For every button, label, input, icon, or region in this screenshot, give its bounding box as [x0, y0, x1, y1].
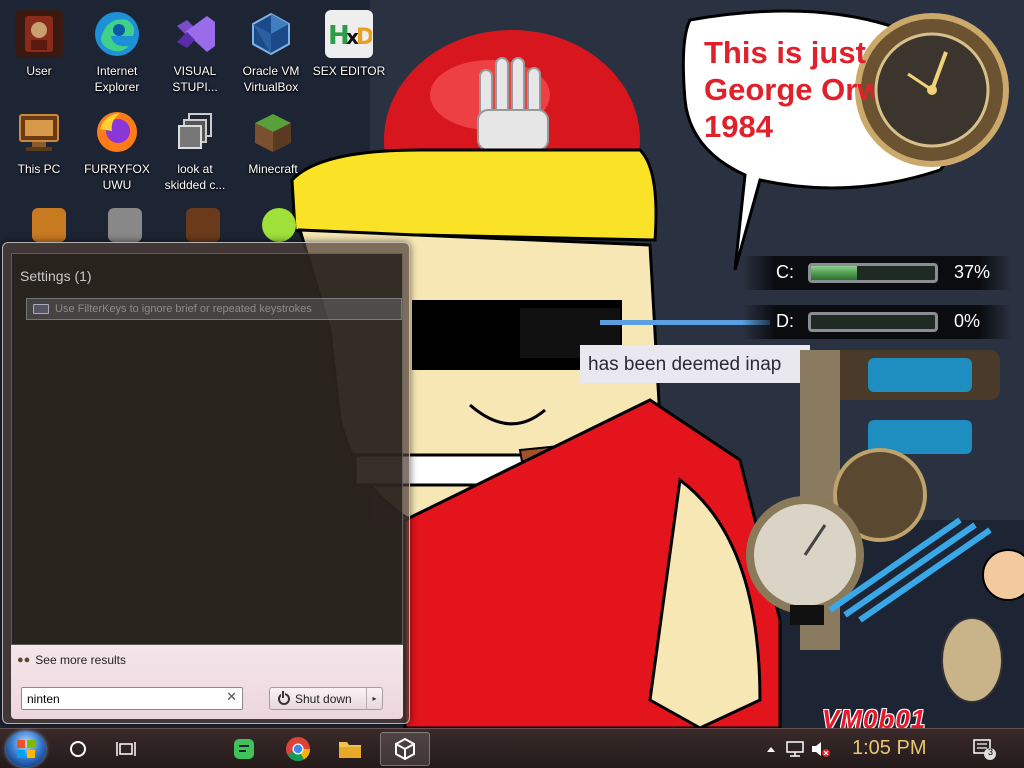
start-menu: Settings (1) Use FilterKeys to ignore br… — [2, 242, 410, 724]
speech-bubble-text: This is just like George Orwell's 1984 — [704, 34, 874, 145]
chat-app-icon — [234, 739, 254, 759]
taskbar-chat-app[interactable] — [222, 732, 266, 766]
results-group-title[interactable]: Settings (1) — [20, 268, 92, 284]
desktop-icon-label: Internet Explorer — [94, 64, 140, 94]
shutdown-options-arrow-icon[interactable]: ▸ — [366, 688, 382, 709]
windows-logo-icon — [17, 740, 35, 758]
gimp-icon — [108, 208, 142, 242]
desktop-icon-label: VISUAL STUPI... — [172, 64, 218, 94]
desktop-icon-firefox[interactable]: FURRYFOX UWU — [78, 104, 156, 196]
search-result-label: Use FilterKeys to ignore brief or repeat… — [55, 303, 312, 315]
start-menu-bottom: ●● See more results ✕ Shut down ▸ — [11, 645, 403, 719]
visual-studio-icon — [171, 10, 219, 58]
drive-usage-fill — [811, 266, 857, 280]
notification-icon — [973, 739, 996, 760]
chevron-up-icon — [767, 747, 775, 752]
desktop-icon-partial-2[interactable] — [86, 204, 164, 244]
bubble-line-2: George Orwell's — [704, 72, 874, 107]
file-explorer-icon — [339, 742, 361, 758]
this-pc-icon — [15, 108, 63, 156]
volume-muted-icon — [812, 742, 830, 757]
nsa-backdoor-icon — [186, 208, 220, 242]
minecraft-icon — [249, 108, 297, 156]
drive-gadget-c: C: 37% — [742, 256, 1012, 290]
desktop-icon-virtualbox[interactable]: Oracle VM VirtualBox — [232, 6, 310, 98]
shutdown-button[interactable]: Shut down ▸ — [269, 687, 383, 710]
drive-usage-percent: 0% — [954, 311, 981, 331]
desktop-icon-label: FURRYFOX UWU — [84, 162, 150, 192]
desktop-icon-label: Oracle VM VirtualBox — [242, 64, 300, 94]
virtualbox-icon — [247, 10, 295, 58]
drive-usage-percent: 37% — [954, 262, 991, 282]
drive-letter: C: — [776, 262, 794, 282]
limewire-icon — [262, 208, 296, 242]
drive-gadget-d: D: 0% — [742, 305, 1012, 339]
volume-tray-button[interactable] — [808, 732, 834, 766]
drive-usage-bar — [808, 312, 938, 332]
desktop-icon-label: look at skidded c... — [164, 162, 226, 192]
desktop-icon-label: User — [26, 64, 52, 78]
user-folder-icon — [15, 10, 63, 58]
shutdown-label: Shut down — [295, 691, 352, 706]
desktop-icon-partial-3[interactable] — [164, 204, 242, 244]
archive-icon — [32, 208, 66, 242]
network-tray-button[interactable] — [782, 732, 808, 766]
taskbar-clock[interactable]: 1:05 PM — [852, 737, 926, 760]
taskbar-chrome[interactable] — [276, 732, 320, 766]
svg-text:D: D — [356, 25, 372, 50]
notification-count-badge: 3 — [988, 747, 994, 757]
search-input[interactable] — [22, 688, 212, 709]
bubble-line-1: This is just like — [704, 35, 874, 70]
taskbar-file-explorer[interactable] — [328, 732, 372, 766]
desktop-icon-visual-studio[interactable]: VISUAL STUPI... — [156, 6, 234, 98]
desktop-icon-user[interactable]: User — [0, 6, 78, 98]
desktop-icon-label: This PC — [17, 162, 61, 176]
see-more-results-link[interactable]: ●● See more results — [17, 653, 126, 667]
power-icon — [278, 690, 290, 705]
unity-icon — [395, 737, 415, 761]
desktop-icon-partial-4[interactable] — [240, 204, 318, 244]
edge-browser-icon — [93, 10, 141, 58]
desktop-icon-internet-explorer[interactable]: Internet Explorer — [78, 6, 156, 98]
task-view-icon — [116, 742, 136, 756]
cortana-button[interactable] — [56, 732, 100, 766]
desktop-icon-partial-1[interactable] — [10, 204, 88, 244]
hex-editor-icon: HxD — [325, 10, 373, 58]
drive-letter: D: — [776, 311, 794, 331]
copy-files-icon — [171, 108, 219, 156]
desktop-icon-minecraft[interactable]: Minecraft — [234, 104, 312, 196]
desktop-icon-hex-editor[interactable]: HxD SEX EDITOR — [310, 6, 388, 98]
tray-overflow-button[interactable] — [760, 732, 782, 766]
chrome-icon — [286, 737, 310, 762]
cortana-circle-icon — [70, 741, 86, 757]
firefox-icon — [93, 108, 141, 156]
desktop-icon-label: SEX EDITOR — [312, 64, 386, 78]
search-result-filterkeys[interactable]: Use FilterKeys to ignore brief or repeat… — [26, 298, 402, 320]
wallpaper-banner-text: has been deemed inap — [588, 354, 782, 375]
start-search-box[interactable]: ✕ — [21, 687, 243, 710]
desktop-icon-skidded[interactable]: look at skidded c... — [156, 104, 234, 196]
desktop-icon-label: Minecraft — [248, 162, 298, 176]
see-more-label: See more results — [35, 653, 126, 667]
task-view-button[interactable] — [104, 732, 148, 766]
drive-usage-bar — [808, 263, 938, 283]
network-icon — [786, 741, 804, 757]
search-results-pane: Settings (1) Use FilterKeys to ignore br… — [11, 253, 403, 645]
binoculars-icon: ●● — [17, 654, 31, 666]
start-button[interactable] — [6, 731, 46, 767]
taskbar-unity[interactable] — [380, 732, 430, 766]
taskbar: 1:05 PM 3 — [0, 728, 1024, 768]
bubble-line-3: 1984 — [704, 109, 773, 144]
action-center-button[interactable]: 3 — [966, 732, 1002, 766]
desktop-icon-this-pc[interactable]: This PC — [0, 104, 78, 196]
keyboard-icon — [33, 304, 49, 314]
clear-search-icon[interactable]: ✕ — [226, 690, 237, 705]
